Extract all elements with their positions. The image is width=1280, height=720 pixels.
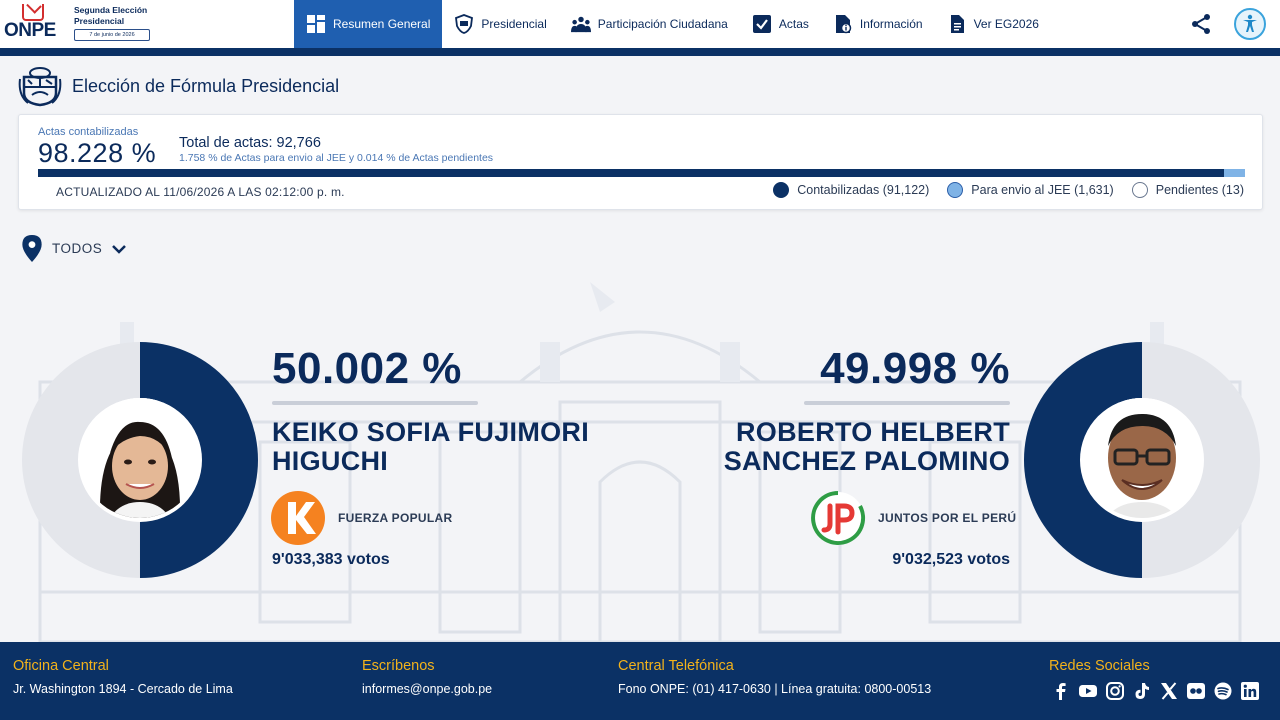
chevron-down-icon	[112, 244, 127, 254]
linkedin-icon[interactable]	[1241, 682, 1259, 700]
header-band	[0, 48, 1280, 56]
page-title: Elección de Fórmula Presidencial	[72, 75, 340, 96]
checkbox-icon	[752, 15, 771, 33]
nav-label: Presidencial	[481, 17, 547, 31]
candidate-1-party: FUERZA POPULAR	[270, 490, 452, 546]
footer-office-address: Jr. Washington 1894 - Cercado de Lima	[13, 682, 233, 696]
candidate-2-party-name: JUNTOS POR EL PERÚ	[878, 511, 1017, 525]
flickr-icon[interactable]	[1187, 682, 1205, 700]
logo-text: ONPE	[4, 20, 56, 41]
nav-ver-eg2026[interactable]: Ver EG2026	[935, 0, 1051, 48]
candidate-2-divider	[804, 401, 1010, 405]
footer-phone-title: Central Telefónica	[618, 658, 734, 674]
accessibility-icon	[1243, 14, 1257, 32]
facebook-icon[interactable]	[1052, 682, 1070, 700]
progress-legend: Contabilizadas (91,122) Para envio al JE…	[773, 182, 1244, 198]
legend-label: Para envio al JEE (1,631)	[971, 183, 1114, 197]
actas-progress-bar	[38, 169, 1245, 177]
social-links	[1052, 682, 1259, 700]
main-nav: Resumen General Presidencial Participaci…	[294, 0, 1051, 48]
region-filter-dropdown[interactable]: TODOS	[22, 235, 127, 262]
updated-timestamp: ACTUALIZADO AL 11/06/2026 A LAS 02:12:00…	[56, 185, 345, 199]
election-title: Segunda Elección Presidencial	[74, 5, 148, 26]
nav-label: Información	[859, 17, 923, 31]
nav-label: Participación Ciudadana	[597, 17, 728, 31]
election-date: 7 de junio de 2026	[74, 29, 150, 41]
nav-actas[interactable]: Actas	[740, 0, 821, 48]
actas-percentage: 98.228 %	[38, 138, 157, 168]
footer-office: Oficina Central Jr. Washington 1894 - Ce…	[13, 658, 233, 696]
info-doc-icon	[835, 15, 852, 34]
actas-detail: 1.758 % de Actas para envio al JEE y 0.0…	[179, 152, 494, 164]
legend-pendientes: Pendientes (13)	[1131, 182, 1244, 198]
youtube-icon[interactable]	[1079, 682, 1097, 700]
footer-social-title: Redes Sociales	[1049, 658, 1150, 674]
progress-jee	[1223, 169, 1245, 177]
progress-contabilizadas	[38, 169, 1224, 177]
footer-email: Escríbenos informes@onpe.gob.pe	[362, 658, 492, 696]
nav-resumen-general[interactable]: Resumen General	[294, 0, 443, 48]
nav-label: Actas	[778, 17, 809, 31]
nav-label: Ver EG2026	[973, 17, 1039, 31]
total-actas: Total de actas: 92,766	[179, 135, 321, 151]
legend-dot-icon	[1131, 182, 1148, 198]
document-icon	[950, 15, 964, 33]
region-filter-label: TODOS	[52, 241, 103, 256]
legend-dot-icon	[773, 182, 790, 198]
candidate-2-portrait-image	[1082, 398, 1202, 518]
share-icon[interactable]	[1190, 13, 1212, 35]
ballot-icon	[22, 4, 44, 21]
nav-presidencial[interactable]: Presidencial	[442, 0, 558, 48]
legend-label: Contabilizadas (91,122)	[797, 183, 930, 197]
candidate-1-votes: 9'033,383 votos	[272, 551, 390, 568]
location-pin-icon	[22, 235, 42, 262]
candidate-2-photo	[1082, 398, 1202, 518]
nav-participacion[interactable]: Participación Ciudadana	[559, 0, 740, 48]
candidate-2-name: ROBERTO HELBERT SANCHEZ PALOMINO	[723, 417, 1010, 476]
candidate-2-percentage: 49.998 %	[820, 344, 1010, 393]
footer-social: Redes Sociales	[1049, 658, 1150, 674]
nav-label: Resumen General	[333, 17, 431, 31]
candidate-1-party-name: FUERZA POPULAR	[338, 511, 453, 525]
footer-office-title: Oficina Central	[13, 658, 109, 674]
legend-jee: Para envio al JEE (1,631)	[947, 182, 1114, 198]
candidate-1-percentage: 50.002 %	[272, 344, 462, 393]
page-footer: Oficina Central Jr. Washington 1894 - Ce…	[0, 642, 1280, 720]
spotify-icon[interactable]	[1214, 682, 1232, 700]
footer-phone: Central Telefónica Fono ONPE: (01) 417-0…	[618, 658, 931, 696]
instagram-icon[interactable]	[1106, 682, 1124, 700]
accessibility-button[interactable]	[1234, 8, 1266, 40]
page-title-row: Elección de Fórmula Presidencial	[18, 64, 339, 108]
summary-card: Actas contabilizadas 98.228 % Total de a…	[18, 114, 1263, 210]
actas-label: Actas contabilizadas	[38, 126, 139, 138]
legend-contabilizadas: Contabilizadas (91,122)	[773, 182, 929, 198]
x-icon[interactable]	[1160, 682, 1178, 700]
candidate-1-photo	[80, 398, 200, 518]
candidate-2-party: JUNTOS POR EL PERÚ	[810, 490, 1016, 546]
candidate-1-portrait-image	[80, 398, 200, 518]
juntos-por-el-peru-logo-icon	[811, 491, 866, 545]
footer-email-link[interactable]: informes@onpe.gob.pe	[362, 682, 492, 696]
shield-icon	[455, 14, 474, 34]
legend-dot-icon	[947, 182, 964, 198]
coat-of-arms-icon	[18, 67, 62, 107]
footer-phone-numbers: Fono ONPE: (01) 417-0630 | Línea gratuit…	[618, 682, 932, 696]
people-icon	[570, 16, 591, 33]
footer-email-title: Escríbenos	[362, 658, 435, 674]
candidate-2-votes: 9'032,523 votos	[892, 551, 1010, 568]
tiktok-icon[interactable]	[1133, 682, 1151, 700]
dashboard-icon	[307, 15, 325, 33]
nav-informacion[interactable]: Información	[821, 0, 935, 48]
candidate-1-name: KEIKO SOFIA FUJIMORI HIGUCHI	[272, 417, 590, 476]
top-header: ONPE Segunda Elección Presidencial 7 de …	[0, 0, 1280, 48]
fuerza-popular-logo-icon	[271, 491, 325, 545]
candidate-1-divider	[272, 401, 478, 405]
legend-label: Pendientes (13)	[1155, 183, 1244, 197]
onpe-logo[interactable]: ONPE Segunda Elección Presidencial 7 de …	[0, 0, 160, 48]
